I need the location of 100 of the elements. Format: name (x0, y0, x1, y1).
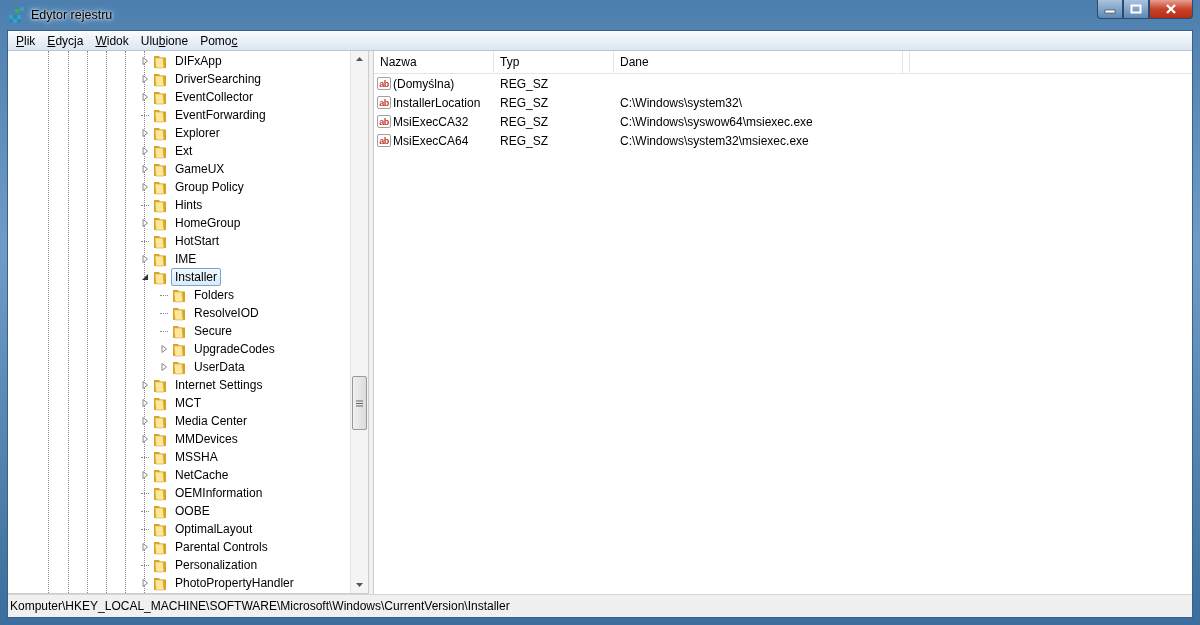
folder-icon (153, 539, 169, 555)
tree-item[interactable]: NetCache (171, 466, 233, 484)
value-name[interactable]: (Domyślna) (393, 76, 455, 91)
tree-item[interactable]: PhotoPropertyHandler (171, 574, 298, 592)
folder-icon (153, 521, 169, 537)
folder-icon (153, 233, 169, 249)
collapsed-arrow-icon[interactable] (141, 381, 149, 389)
registry-blocks-icon (8, 6, 26, 24)
tree-item[interactable]: Parental Controls (171, 538, 272, 556)
collapsed-arrow-icon[interactable] (141, 255, 149, 263)
collapsed-arrow-icon[interactable] (141, 165, 149, 173)
collapsed-arrow-icon[interactable] (141, 147, 149, 155)
column-header[interactable]: Typ (494, 51, 614, 73)
folder-icon (153, 125, 169, 141)
collapsed-arrow-icon[interactable] (160, 345, 168, 353)
value-type: REG_SZ (500, 76, 548, 91)
folder-icon (153, 431, 169, 447)
folder-icon (172, 341, 188, 357)
grip-icon (356, 399, 363, 407)
collapsed-arrow-icon[interactable] (141, 57, 149, 65)
tree-item[interactable]: Media Center (171, 412, 252, 430)
collapsed-arrow-icon[interactable] (141, 543, 149, 551)
tree-item[interactable]: EventCollector (171, 88, 258, 106)
value-name[interactable]: MsiExecCA64 (393, 133, 469, 148)
collapsed-arrow-icon[interactable] (141, 93, 149, 101)
tree-item[interactable]: Ext (171, 142, 197, 160)
tree-item[interactable]: Secure (190, 322, 237, 340)
maximize-button[interactable] (1123, 0, 1149, 19)
folder-icon (153, 413, 169, 429)
folder-icon (153, 449, 169, 465)
menu-item[interactable]: Widok (89, 33, 135, 48)
value-type: REG_SZ (500, 95, 548, 110)
collapsed-arrow-icon[interactable] (141, 399, 149, 407)
window-title: Edytor rejestru (31, 8, 113, 22)
folder-icon (153, 377, 169, 393)
column-header[interactable]: Dane (614, 51, 903, 73)
tree-item[interactable]: Internet Settings (171, 376, 267, 394)
status-path: Komputer\HKEY_LOCAL_MACHINE\SOFTWARE\Microsoft\Windows\CurrentVersion\Installer (10, 599, 510, 613)
collapsed-arrow-icon[interactable] (141, 183, 149, 191)
folder-icon (153, 161, 169, 177)
menu-item[interactable]: Pomoc (194, 33, 244, 48)
value-type: REG_SZ (500, 114, 548, 129)
string-value-icon: ab (377, 134, 391, 147)
folder-icon (153, 251, 169, 267)
tree-item[interactable]: Hints (171, 196, 207, 214)
tree-item[interactable]: MCT (171, 394, 205, 412)
folder-icon (153, 575, 169, 591)
minimize-button[interactable] (1097, 0, 1123, 19)
collapsed-arrow-icon[interactable] (141, 471, 149, 479)
maximize-icon (1130, 4, 1142, 14)
tree-item[interactable]: UpgradeCodes (190, 340, 279, 358)
tree-item[interactable]: IME (171, 250, 201, 268)
value-name[interactable]: InstallerLocation (393, 95, 481, 110)
menu-item[interactable]: Ulubione (134, 33, 195, 48)
folder-icon (153, 107, 169, 123)
value-name[interactable]: MsiExecCA32 (393, 114, 469, 129)
tree-item[interactable]: DriverSearching (171, 70, 266, 88)
close-button[interactable] (1149, 0, 1193, 19)
folder-icon (153, 197, 169, 213)
tree-item[interactable]: OEMInformation (171, 484, 267, 502)
collapsed-arrow-icon[interactable] (141, 129, 149, 137)
tree-item[interactable]: ResolveIOD (190, 304, 263, 322)
tree-item[interactable]: MMDevices (171, 430, 242, 448)
folder-icon (153, 53, 169, 69)
tree-item[interactable]: Explorer (171, 124, 224, 142)
scroll-thumb[interactable] (352, 376, 367, 430)
tree-item[interactable]: Installer (171, 268, 222, 286)
folder-icon (153, 467, 169, 483)
tree-item[interactable]: HotStart (171, 232, 223, 250)
tree-item[interactable]: GameUX (171, 160, 229, 178)
tree-item[interactable]: MSSHA (171, 448, 222, 466)
collapsed-arrow-icon[interactable] (141, 417, 149, 425)
tree-item[interactable]: OptimalLayout (171, 520, 257, 538)
collapsed-arrow-icon[interactable] (160, 363, 168, 371)
menu-item[interactable]: Plik (10, 33, 42, 48)
menu-item[interactable]: Edycja (41, 33, 90, 48)
folder-icon (153, 503, 169, 519)
tree-item[interactable]: OOBE (171, 502, 214, 520)
folder-icon (153, 89, 169, 105)
folder-icon (153, 395, 169, 411)
folder-icon (153, 71, 169, 87)
collapsed-arrow-icon[interactable] (141, 219, 149, 227)
tree-item[interactable]: HomeGroup (171, 214, 245, 232)
collapsed-arrow-icon[interactable] (141, 75, 149, 83)
collapsed-arrow-icon[interactable] (141, 579, 149, 587)
tree-item[interactable]: Personalization (171, 556, 262, 574)
value-type: REG_SZ (500, 133, 548, 148)
value-data: C:\Windows\system32\msiexec.exe (620, 133, 809, 148)
tree-item[interactable]: Group Policy (171, 178, 248, 196)
folder-icon (172, 305, 188, 321)
tree-item[interactable]: EventForwarding (171, 106, 270, 124)
tree-item[interactable]: DIFxApp (171, 52, 226, 70)
column-header[interactable]: Nazwa (374, 51, 494, 73)
tree-item[interactable]: Folders (190, 286, 238, 304)
expanded-arrow-icon[interactable] (141, 273, 149, 281)
string-value-icon: ab (377, 77, 391, 90)
vertical-scrollbar[interactable] (350, 51, 368, 593)
folder-icon (153, 179, 169, 195)
collapsed-arrow-icon[interactable] (141, 435, 149, 443)
tree-item[interactable]: UserData (190, 358, 249, 376)
